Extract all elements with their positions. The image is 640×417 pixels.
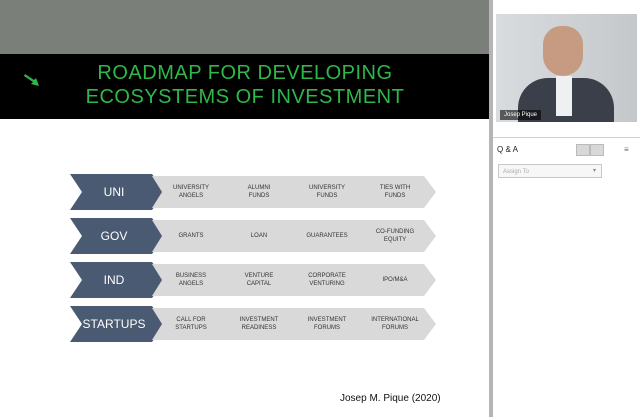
panel-separator bbox=[493, 137, 640, 138]
roadmap-cell-label: BUSINESS ANGELS bbox=[175, 273, 207, 287]
green-arrow-icon bbox=[24, 74, 39, 86]
participant-name-tag: Josep Pique bbox=[500, 110, 542, 120]
slide-top-band bbox=[0, 0, 489, 54]
row-header-label: STARTUPS bbox=[82, 317, 146, 331]
row-header-label: IND bbox=[103, 273, 125, 287]
qa-title: Q & A bbox=[497, 145, 518, 154]
roadmap-cell-label: ALUMNI FUNDS bbox=[247, 185, 271, 199]
roadmap-cell-label: INVESTMENT FORUMS bbox=[307, 317, 347, 331]
menu-icon[interactable]: ≡ bbox=[624, 145, 629, 154]
row-header-label: UNI bbox=[103, 185, 125, 199]
roadmap-cell-label: TIES WITH FUNDS bbox=[379, 185, 411, 199]
qa-user-button[interactable] bbox=[590, 144, 604, 156]
roadmap-cell-label: VENTURE CAPITAL bbox=[244, 273, 274, 287]
roadmap-cell-label: INVESTMENT READINESS bbox=[239, 317, 279, 331]
slide-credit: Josep M. Pique (2020) bbox=[340, 393, 441, 404]
chevron-down-icon[interactable]: ▾ bbox=[593, 167, 596, 174]
row-header-label: GOV bbox=[100, 229, 128, 243]
roadmap-cell-label: IPO/M&A bbox=[382, 277, 408, 283]
speaker-shirt bbox=[556, 76, 572, 116]
roadmap-cell-label: INTERNATIONAL FORUMS bbox=[371, 317, 419, 331]
speaker-head bbox=[543, 26, 583, 76]
roadmap-cell-label: CO-FUNDING EQUITY bbox=[375, 229, 415, 243]
slide-title: ROADMAP FOR DEVELOPING ECOSYSTEMS OF INV… bbox=[60, 61, 430, 109]
roadmap-cell-label: CORPORATE VENTURING bbox=[308, 273, 346, 287]
roadmap-cell-label: UNIVERSITY FUNDS bbox=[308, 185, 345, 199]
roadmap-cell-label: UNIVERSITY ANGELS bbox=[172, 185, 209, 199]
roadmap-cell: TIES WITH FUNDS bbox=[356, 176, 436, 208]
assign-to-select[interactable]: Assign To bbox=[498, 164, 602, 178]
slide-title-line2: ECOSYSTEMS OF INVESTMENT bbox=[85, 86, 405, 108]
roadmap-cell: CO-FUNDING EQUITY bbox=[356, 220, 436, 252]
roadmap-cell: INTERNATIONAL FORUMS bbox=[356, 308, 436, 340]
video-tile[interactable]: Josep Pique bbox=[496, 14, 637, 122]
roadmap-cell-label: CALL FOR STARTUPS bbox=[175, 317, 207, 331]
roadmap-cell-label: LOAN bbox=[250, 233, 268, 239]
roadmap-cell-label: GUARANTEES bbox=[306, 233, 348, 239]
roadmap-cell-label: GRANTS bbox=[178, 233, 204, 239]
qa-view-button[interactable] bbox=[576, 144, 590, 156]
slide-title-line1: ROADMAP FOR DEVELOPING bbox=[97, 62, 393, 84]
roadmap-cell: IPO/M&A bbox=[356, 264, 436, 296]
presentation-slide: ROADMAP FOR DEVELOPING ECOSYSTEMS OF INV… bbox=[0, 0, 489, 417]
